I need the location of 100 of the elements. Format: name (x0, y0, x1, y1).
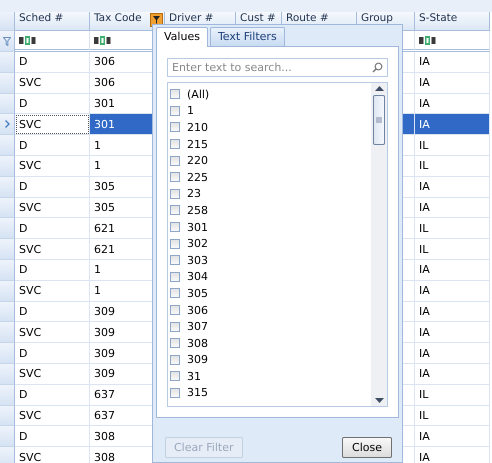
checkbox[interactable] (170, 371, 180, 382)
dialog-button[interactable]: Close (342, 437, 392, 458)
row-header[interactable] (0, 280, 15, 302)
table-cell: D (15, 426, 90, 448)
scroll-up-icon (374, 86, 384, 91)
search-field[interactable]: Enter text to search... (167, 58, 388, 77)
filter-cell[interactable] (415, 31, 490, 52)
table-cell: IL (415, 239, 490, 260)
scrollbar[interactable] (371, 83, 387, 406)
checkbox[interactable] (170, 205, 180, 216)
table-cell: D (15, 384, 90, 406)
table-cell: IA (415, 364, 490, 385)
row-header[interactable] (0, 94, 15, 114)
checkbox[interactable] (170, 255, 180, 266)
checkbox[interactable] (170, 156, 180, 166)
value-label[interactable]: 303 (187, 254, 208, 267)
table-cell: D (15, 135, 90, 156)
table-cell: IA (415, 114, 490, 136)
value-label[interactable]: 305 (187, 286, 208, 300)
tab[interactable]: Values (156, 27, 208, 47)
row-header[interactable] (0, 343, 15, 364)
table-cell: IA (415, 322, 490, 344)
row-header[interactable] (0, 198, 15, 218)
table-cell: SVC (15, 114, 90, 136)
checkbox[interactable] (170, 89, 180, 100)
checkbox[interactable] (170, 388, 180, 398)
checkbox[interactable] (170, 272, 180, 282)
tab[interactable]: Text Filters (210, 27, 285, 46)
row-header[interactable] (0, 302, 15, 322)
table-cell: IA (415, 198, 490, 218)
value-label[interactable]: 220 (187, 154, 208, 168)
value-label[interactable]: 306 (187, 304, 208, 317)
row-header[interactable] (0, 72, 15, 94)
row-header[interactable] (0, 52, 15, 73)
value-label[interactable]: 31 (187, 370, 201, 383)
checkbox[interactable] (170, 188, 180, 199)
row-header[interactable] (0, 364, 15, 385)
scroll-down-icon (374, 398, 384, 403)
row-header[interactable] (0, 406, 15, 426)
table-cell: IA (415, 94, 490, 114)
value-label[interactable]: 23 (187, 187, 201, 200)
table-cell: D (15, 343, 90, 364)
table-cell: IA (415, 260, 490, 281)
value-label[interactable]: 215 (187, 138, 208, 151)
filter-cell[interactable] (15, 31, 90, 52)
scroll-thumb[interactable] (373, 95, 385, 145)
table-cell: IA (415, 426, 490, 448)
value-label[interactable]: 308 (187, 336, 208, 350)
value-label[interactable]: 301 (187, 220, 208, 234)
funnel-icon (153, 16, 160, 24)
value-label[interactable]: 304 (187, 270, 208, 284)
row-header[interactable] (0, 239, 15, 260)
table-cell: SVC (15, 364, 90, 385)
row-header[interactable] (0, 156, 15, 177)
table-cell: SVC (15, 322, 90, 344)
table-cell: IA (415, 343, 490, 364)
checkbox[interactable] (170, 222, 180, 232)
table-cell: D (15, 94, 90, 114)
checkbox[interactable] (170, 106, 180, 116)
checkbox[interactable] (170, 122, 180, 132)
value-label[interactable]: (All) (187, 88, 210, 101)
checkbox[interactable] (170, 305, 180, 316)
table-cell: D (15, 52, 90, 73)
funnel-icon (3, 36, 11, 46)
row-header[interactable] (0, 426, 15, 448)
row-header[interactable] (0, 114, 15, 136)
row-header[interactable] (0, 322, 15, 344)
row-header[interactable] (0, 176, 15, 198)
column-header[interactable]: S-State (415, 12, 490, 31)
checkbox[interactable] (170, 172, 180, 182)
value-label[interactable]: 302 (187, 237, 208, 250)
checkbox[interactable] (170, 338, 180, 348)
value-label[interactable]: 1 (187, 104, 194, 118)
checkbox[interactable] (170, 288, 180, 298)
grip-icon (376, 117, 382, 123)
value-label[interactable]: 210 (187, 120, 208, 134)
checkbox[interactable] (170, 322, 180, 332)
column-header[interactable]: Tax Code (90, 12, 165, 31)
value-label[interactable]: 225 (187, 170, 208, 184)
row-header[interactable] (0, 135, 15, 156)
table-cell: IA (415, 72, 490, 94)
table-cell: SVC (15, 406, 90, 426)
row-header[interactable] (0, 218, 15, 240)
checkbox[interactable] (170, 354, 180, 365)
table-cell: SVC (15, 198, 90, 218)
value-label[interactable]: 307 (187, 320, 208, 334)
checkbox[interactable] (170, 139, 180, 150)
row-header[interactable] (0, 447, 15, 463)
table-cell: SVC (15, 156, 90, 177)
table-cell: D (15, 218, 90, 240)
table-cell: IL (415, 406, 490, 426)
column-header[interactable]: Sched # (15, 12, 90, 31)
row-header[interactable] (0, 384, 15, 406)
checkbox[interactable] (170, 238, 180, 249)
value-label[interactable]: 309 (187, 353, 208, 366)
value-label[interactable]: 315 (187, 386, 208, 400)
table-cell: D (15, 260, 90, 281)
table-cell: IA (415, 52, 490, 73)
row-header[interactable] (0, 260, 15, 281)
value-label[interactable]: 258 (187, 204, 208, 217)
